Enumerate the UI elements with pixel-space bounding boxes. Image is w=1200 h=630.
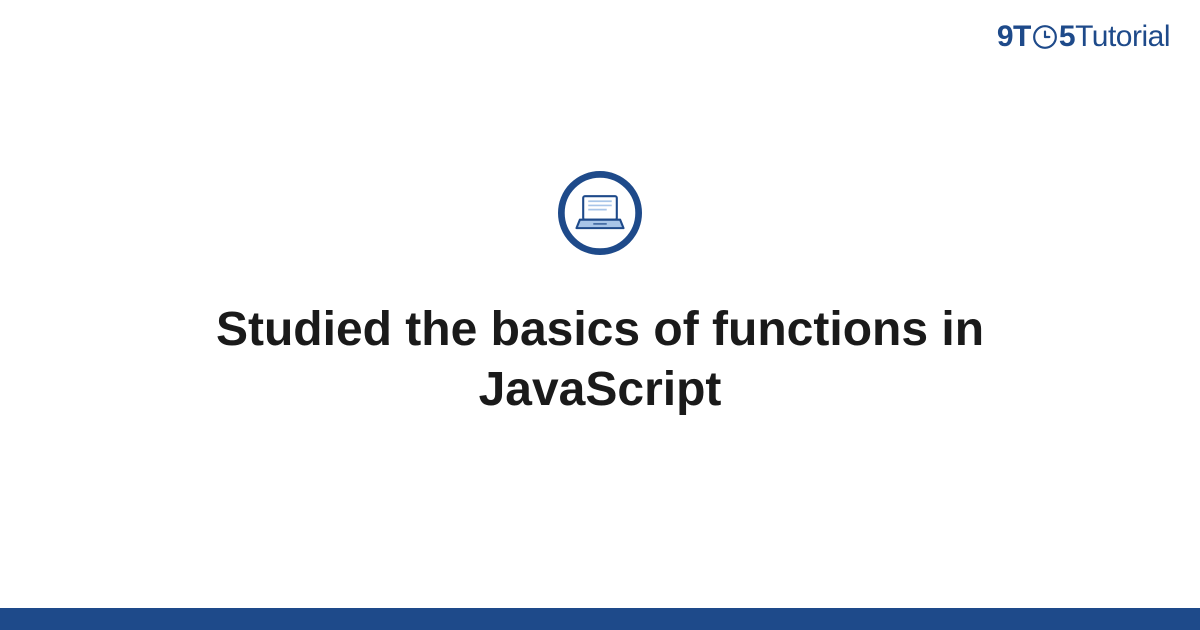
page-title: Studied the basics of functions in JavaS… bbox=[120, 300, 1080, 420]
main-content: Studied the basics of functions in JavaS… bbox=[0, 0, 1200, 630]
footer-bar bbox=[0, 608, 1200, 630]
laptop-icon bbox=[558, 171, 642, 255]
